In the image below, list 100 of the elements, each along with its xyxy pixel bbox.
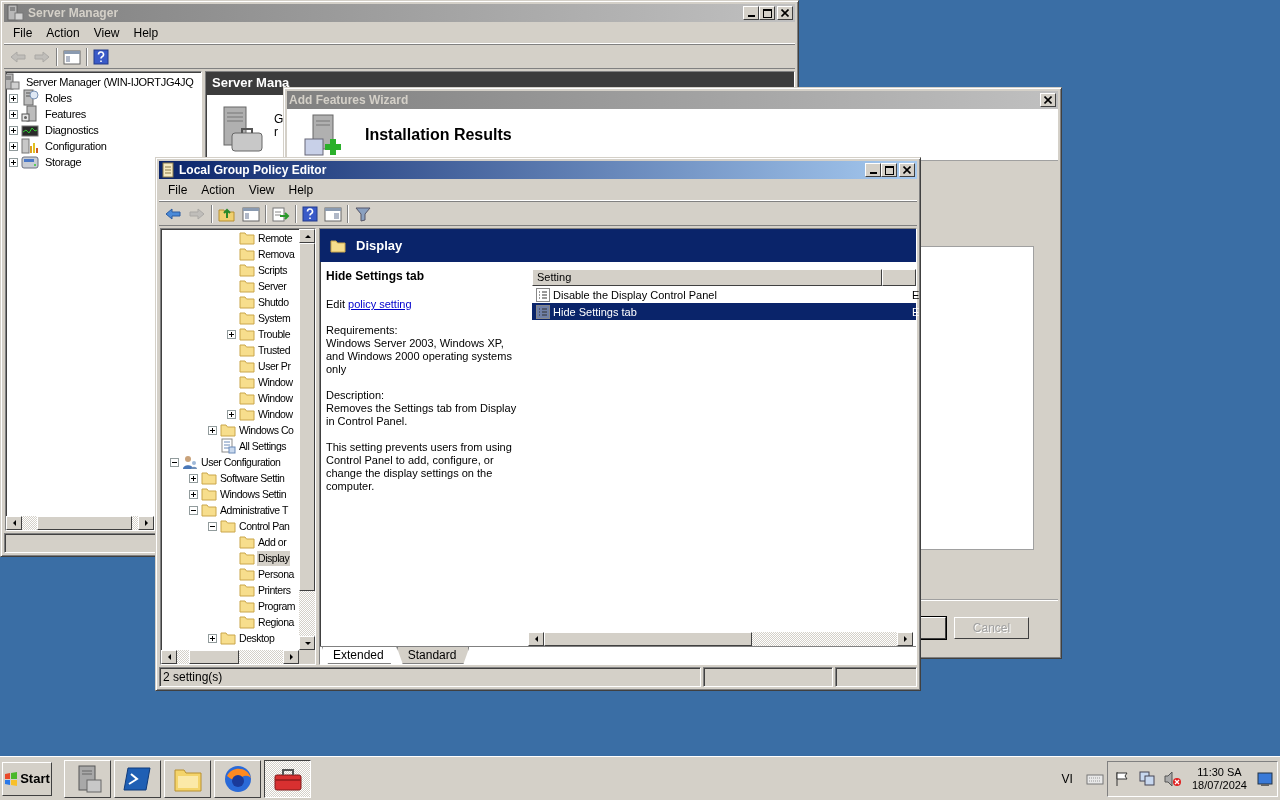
menu-item[interactable]: Action bbox=[194, 182, 242, 197]
flag-icon[interactable] bbox=[1113, 770, 1130, 787]
expander-icon[interactable] bbox=[189, 489, 198, 499]
tree-item[interactable]: Window bbox=[257, 390, 294, 406]
speaker-muted-icon[interactable] bbox=[1163, 770, 1182, 787]
tree-item[interactable]: Desktop bbox=[238, 630, 276, 646]
expander-icon[interactable] bbox=[9, 157, 18, 167]
expander-icon[interactable] bbox=[9, 109, 18, 119]
scrollbar[interactable] bbox=[528, 632, 913, 646]
tree-item[interactable]: Control Pan bbox=[238, 518, 291, 534]
tree-item[interactable]: Scripts bbox=[257, 262, 288, 278]
minimize-button[interactable] bbox=[865, 163, 881, 177]
column-header[interactable]: Setting bbox=[532, 269, 882, 286]
minimize-button[interactable] bbox=[743, 6, 759, 20]
tree-item[interactable]: Window bbox=[257, 406, 294, 422]
tree-item[interactable]: Add or bbox=[257, 534, 288, 550]
scroll-right-button[interactable] bbox=[138, 516, 154, 530]
tree-item[interactable]: Server bbox=[257, 278, 288, 294]
tab[interactable]: Standard bbox=[396, 647, 470, 664]
panel-icon[interactable] bbox=[241, 204, 261, 223]
expander-icon[interactable] bbox=[9, 125, 18, 135]
scrollbar[interactable] bbox=[161, 650, 299, 664]
menu-item[interactable]: View bbox=[86, 25, 127, 40]
scroll-thumb[interactable] bbox=[299, 243, 315, 591]
description-text: Removes the Settings tab from Display in Control Panel. bbox=[326, 402, 517, 427]
tree-item[interactable]: Roles bbox=[43, 90, 74, 106]
expander-icon[interactable] bbox=[227, 329, 236, 339]
scroll-thumb[interactable] bbox=[37, 516, 132, 530]
tree-item[interactable]: Program bbox=[257, 598, 297, 614]
network-icon[interactable] bbox=[1137, 770, 1156, 787]
tree-item[interactable]: Trusted bbox=[257, 342, 292, 358]
expander-icon[interactable] bbox=[189, 473, 198, 483]
tree-item[interactable]: All Settings bbox=[238, 438, 288, 454]
menu-item[interactable]: Help bbox=[126, 25, 166, 40]
tree-item[interactable]: Server Manager (WIN-IJORTJG4JQ bbox=[24, 74, 196, 90]
tree-item[interactable]: Configuration bbox=[43, 138, 109, 154]
help-icon[interactable] bbox=[92, 47, 110, 66]
tree-item[interactable]: Features bbox=[43, 106, 88, 122]
tree-item[interactable]: User Pr bbox=[257, 358, 292, 374]
scroll-left-button[interactable] bbox=[528, 632, 544, 646]
tree-item[interactable]: Windows Co bbox=[238, 422, 295, 438]
tree-item[interactable]: User Configuration bbox=[200, 454, 282, 470]
menu-item[interactable]: Action bbox=[39, 25, 87, 40]
scroll-thumb[interactable] bbox=[189, 650, 239, 664]
close-button[interactable] bbox=[899, 163, 915, 177]
tree-item[interactable]: Storage bbox=[43, 154, 84, 170]
filter-icon[interactable] bbox=[353, 204, 373, 223]
expander-icon[interactable] bbox=[9, 141, 18, 151]
tree-item[interactable]: Administrative T bbox=[219, 502, 289, 518]
scroll-thumb[interactable] bbox=[544, 632, 752, 646]
tree-item[interactable]: Software Settin bbox=[219, 470, 286, 486]
show-desktop-icon[interactable] bbox=[1257, 770, 1273, 787]
tree-item[interactable]: Display bbox=[257, 550, 291, 566]
policy-link[interactable]: policy setting bbox=[348, 298, 412, 310]
tree-item[interactable]: Remova bbox=[257, 246, 296, 262]
close-button[interactable] bbox=[1040, 93, 1056, 107]
menu-item[interactable]: Help bbox=[281, 182, 321, 197]
tree-item[interactable]: Regiona bbox=[257, 614, 295, 630]
clock-date[interactable]: 18/07/2024 bbox=[1191, 778, 1247, 792]
tree-item[interactable]: Shutdo bbox=[257, 294, 290, 310]
maximize-button[interactable] bbox=[881, 163, 897, 177]
expander-icon[interactable] bbox=[9, 93, 18, 103]
expander-icon[interactable] bbox=[227, 409, 236, 419]
help-icon[interactable] bbox=[301, 204, 319, 223]
panel-icon[interactable] bbox=[62, 47, 82, 66]
menu-item[interactable]: View bbox=[241, 182, 282, 197]
scroll-up-button[interactable] bbox=[299, 229, 315, 243]
menu-item[interactable]: File bbox=[161, 182, 195, 197]
scroll-down-button[interactable] bbox=[299, 636, 315, 650]
maximize-button[interactable] bbox=[759, 6, 775, 20]
tab[interactable]: Extended bbox=[322, 647, 397, 664]
tree-item[interactable]: Window bbox=[257, 374, 294, 390]
expander-icon[interactable] bbox=[189, 505, 198, 515]
menu-item[interactable]: File bbox=[6, 25, 40, 40]
export-list-icon[interactable] bbox=[271, 204, 291, 223]
tree-item[interactable]: Trouble bbox=[257, 326, 292, 342]
expander-icon[interactable] bbox=[208, 633, 217, 643]
expander-icon[interactable] bbox=[170, 457, 179, 467]
taskbar-button[interactable] bbox=[264, 759, 311, 798]
scroll-left-button[interactable] bbox=[161, 650, 177, 664]
start-button[interactable]: Start bbox=[2, 761, 52, 796]
tree-item[interactable]: Printers bbox=[257, 582, 292, 598]
tree-item[interactable]: System bbox=[257, 310, 292, 326]
expander-icon[interactable] bbox=[208, 521, 217, 531]
scrollbar[interactable] bbox=[6, 516, 154, 530]
scroll-right-button[interactable] bbox=[897, 632, 913, 646]
close-button[interactable] bbox=[777, 6, 793, 20]
language-indicator[interactable]: VI bbox=[1061, 771, 1073, 786]
tree-item[interactable]: Windows Settin bbox=[219, 486, 288, 502]
expander-icon[interactable] bbox=[208, 425, 217, 435]
scroll-right-button[interactable] bbox=[283, 650, 299, 664]
scrollbar[interactable] bbox=[299, 229, 315, 650]
scroll-left-button[interactable] bbox=[6, 516, 22, 530]
tree-item[interactable]: Remote bbox=[257, 230, 294, 246]
tree-item[interactable]: Diagnostics bbox=[43, 122, 101, 138]
column-header[interactable] bbox=[882, 269, 916, 286]
tree-item[interactable]: Persona bbox=[257, 566, 295, 582]
setting-title: Hide Settings tab bbox=[326, 270, 425, 283]
wizard-button[interactable] bbox=[919, 617, 946, 639]
clock-time[interactable]: 11:30 SA bbox=[1197, 765, 1242, 779]
